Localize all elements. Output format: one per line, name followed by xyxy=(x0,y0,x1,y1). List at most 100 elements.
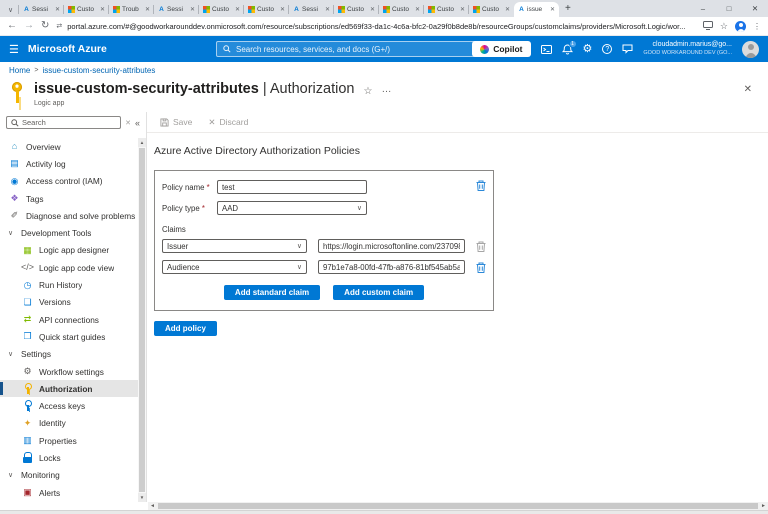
more-actions-icon[interactable]: … xyxy=(381,84,392,95)
sidebar-search-clear-icon[interactable]: ✕ xyxy=(125,119,131,127)
sidebar-item-properties[interactable]: ▥ Properties xyxy=(0,432,138,449)
delete-claim-icon[interactable] xyxy=(476,262,486,273)
share-icon[interactable] xyxy=(703,17,713,35)
new-tab-button[interactable]: + xyxy=(565,4,571,14)
delete-policy-icon[interactable] xyxy=(476,180,486,191)
horizontal-scrollbar-thumb[interactable] xyxy=(158,503,758,509)
window-close-button[interactable]: ✕ xyxy=(742,4,768,13)
add-policy-button[interactable]: Add policy xyxy=(154,321,217,336)
sidebar-item-identity[interactable]: ✦ Identity xyxy=(0,415,138,432)
sidebar-item-activity-log[interactable]: ▤ Activity log xyxy=(0,155,138,172)
address-bar[interactable]: ⇄ portal.azure.com/#@goodworkarounddev.o… xyxy=(56,22,696,31)
global-search-input[interactable]: Search resources, services, and docs (G+… xyxy=(216,41,480,57)
sidebar-item-locks[interactable]: Locks xyxy=(0,449,138,466)
site-info-icon[interactable]: ⇄ xyxy=(56,22,62,30)
tab-close-icon[interactable]: ✕ xyxy=(235,6,240,13)
add-custom-claim-button[interactable]: Add custom claim xyxy=(333,285,424,300)
add-standard-claim-button[interactable]: Add standard claim xyxy=(224,285,320,300)
breadcrumb-home-link[interactable]: Home xyxy=(9,66,30,75)
tab-custom-4[interactable]: Custo ✕ xyxy=(334,2,379,17)
back-button[interactable]: ← xyxy=(7,21,17,31)
tab-close-icon[interactable]: ✕ xyxy=(280,6,285,13)
feedback-icon[interactable] xyxy=(622,44,633,54)
tab-close-icon[interactable]: ✕ xyxy=(415,6,420,13)
bookmark-star-icon[interactable]: ☆ xyxy=(720,21,728,32)
tab-custom-6[interactable]: Custo ✕ xyxy=(424,2,469,17)
tab-custom-5[interactable]: Custo ✕ xyxy=(379,2,424,17)
tab-session-1[interactable]: A Sessi ✕ xyxy=(19,2,64,17)
claim-type-dropdown[interactable]: Audience ∨ xyxy=(162,260,307,274)
sidebar-item-metrics[interactable]: ▂▅█ Metrics xyxy=(0,501,138,502)
horizontal-scrollbar[interactable]: ◄ ► xyxy=(148,502,768,510)
browser-profile-avatar[interactable] xyxy=(735,21,746,32)
blade-close-icon[interactable]: ✕ xyxy=(744,84,752,95)
sidebar-item-api-connections[interactable]: ⇄ API connections xyxy=(0,311,138,328)
tab-close-icon[interactable]: ✕ xyxy=(460,6,465,13)
policy-type-dropdown[interactable]: AAD ∨ xyxy=(217,201,367,215)
tab-close-icon[interactable]: ✕ xyxy=(145,6,150,13)
tab-troubleshoot[interactable]: Troub ✕ xyxy=(109,2,154,17)
sidebar-item-alerts[interactable]: ▣ Alerts xyxy=(0,484,138,501)
window-minimize-button[interactable]: – xyxy=(690,4,716,13)
discard-button[interactable]: ✕ Discard xyxy=(208,117,248,128)
sidebar-item-authorization[interactable]: Authorization xyxy=(0,380,138,397)
tab-issue-active[interactable]: A issue ✕ xyxy=(514,2,559,17)
sidebar-item-overview[interactable]: ⌂ Overview xyxy=(0,138,138,155)
account-avatar[interactable] xyxy=(742,41,759,58)
sidebar-item-access-control[interactable]: ◉ Access control (IAM) xyxy=(0,173,138,190)
sidebar-item-logic-app-designer[interactable]: ▦ Logic app designer xyxy=(0,242,138,259)
claim-value-input[interactable] xyxy=(318,239,465,253)
sidebar-group-development-tools[interactable]: ∨ Development Tools xyxy=(0,224,138,241)
sidebar-collapse-icon[interactable]: « xyxy=(135,118,140,128)
tab-custom-2[interactable]: Custo ✕ xyxy=(199,2,244,17)
cloud-shell-icon[interactable] xyxy=(541,44,552,55)
tab-close-icon[interactable]: ✕ xyxy=(505,6,510,13)
sidebar-search-input[interactable]: Search xyxy=(6,116,121,129)
tab-close-icon[interactable]: ✕ xyxy=(325,6,330,13)
browser-menu-icon[interactable]: ⋮ xyxy=(753,22,761,31)
url-text[interactable]: portal.azure.com/#@goodworkarounddev.onm… xyxy=(67,22,685,31)
tab-session-3[interactable]: A Sessi ✕ xyxy=(289,2,334,17)
sidebar-group-settings[interactable]: ∨ Settings xyxy=(0,346,138,363)
tab-custom-7[interactable]: Custo ✕ xyxy=(469,2,514,17)
tab-close-icon[interactable]: ✕ xyxy=(190,6,195,13)
scroll-right-icon[interactable]: ► xyxy=(759,503,768,509)
tab-close-icon[interactable]: ✕ xyxy=(100,6,105,13)
sidebar-item-quick-start-guides[interactable]: ❒ Quick start guides xyxy=(0,328,138,345)
sidebar-item-versions[interactable]: ❏ Versions xyxy=(0,294,138,311)
sidebar-item-workflow-settings[interactable]: ⚙ Workflow settings xyxy=(0,363,138,380)
help-icon[interactable]: ? xyxy=(602,44,612,54)
favorite-star-icon[interactable]: ☆ xyxy=(363,86,372,97)
scroll-up-icon[interactable]: ▲ xyxy=(138,138,146,147)
sidebar-item-run-history[interactable]: ◷ Run History xyxy=(0,276,138,293)
window-maximize-button[interactable]: □ xyxy=(716,4,742,13)
tab-session-2[interactable]: A Sessi ✕ xyxy=(154,2,199,17)
copilot-button[interactable]: Copilot xyxy=(472,41,530,57)
tab-close-icon[interactable]: ✕ xyxy=(550,6,555,13)
breadcrumb-current-link[interactable]: issue-custom-security-attributes xyxy=(42,66,155,75)
tab-search-icon[interactable]: ∨ xyxy=(4,3,17,16)
tab-close-icon[interactable]: ✕ xyxy=(55,6,60,13)
forward-button[interactable]: → xyxy=(24,21,34,31)
sidebar-scrollbar[interactable]: ▲ ▼ xyxy=(138,138,146,502)
save-button[interactable]: Save xyxy=(160,117,192,127)
scroll-down-icon[interactable]: ▼ xyxy=(138,493,146,502)
tab-custom-3[interactable]: Custo ✕ xyxy=(244,2,289,17)
claim-type-dropdown[interactable]: Issuer ∨ xyxy=(162,239,307,253)
hamburger-menu-icon[interactable]: ☰ xyxy=(9,43,19,56)
claim-value-input[interactable] xyxy=(318,260,465,274)
azure-brand[interactable]: Microsoft Azure xyxy=(28,43,107,55)
sidebar-item-access-keys[interactable]: Access keys xyxy=(0,397,138,414)
account-info[interactable]: cloudadmin.marius@go... GOOD WORKAROUND … xyxy=(643,41,732,57)
scroll-left-icon[interactable]: ◄ xyxy=(148,503,157,509)
tab-close-icon[interactable]: ✕ xyxy=(370,6,375,13)
sidebar-item-logic-app-code-view[interactable]: </> Logic app code view xyxy=(0,259,138,276)
sidebar-group-monitoring[interactable]: ∨ Monitoring xyxy=(0,467,138,484)
policy-name-input[interactable] xyxy=(217,180,367,194)
delete-claim-icon[interactable] xyxy=(476,241,486,252)
reload-button[interactable]: ↻ xyxy=(41,21,49,31)
settings-gear-icon[interactable]: ⚙ xyxy=(583,44,593,55)
notifications-bell-icon[interactable]: 1 xyxy=(562,44,573,55)
sidebar-item-diagnose[interactable]: ✐ Diagnose and solve problems xyxy=(0,207,138,224)
tab-custom-1[interactable]: Custo ✕ xyxy=(64,2,109,17)
